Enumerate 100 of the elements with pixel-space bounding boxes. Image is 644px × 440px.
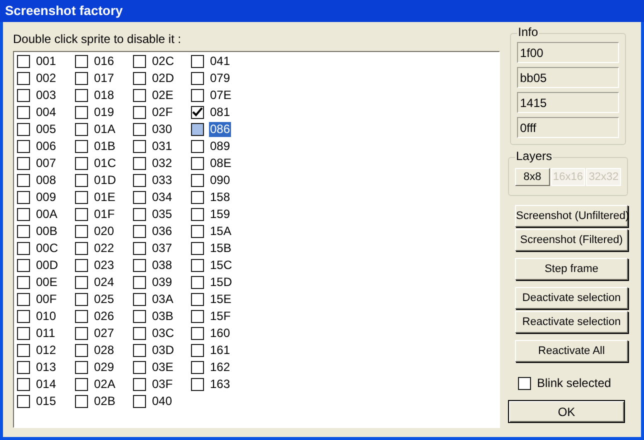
checkbox[interactable] — [133, 55, 146, 68]
checkbox[interactable] — [133, 140, 146, 153]
checkbox[interactable] — [17, 293, 30, 306]
button[interactable]: Step frame — [515, 258, 628, 280]
checkbox[interactable] — [133, 191, 146, 204]
sprite-label[interactable]: 016 — [93, 54, 116, 69]
checkbox[interactable] — [133, 327, 146, 340]
sprite-label[interactable]: 15A — [209, 224, 232, 239]
checkbox[interactable] — [17, 72, 30, 85]
checkbox[interactable] — [191, 310, 204, 323]
sprite-label[interactable]: 008 — [35, 173, 58, 188]
checkbox[interactable] — [191, 174, 204, 187]
sprite-label[interactable]: 079 — [209, 71, 232, 86]
sprite-label[interactable]: 15F — [209, 309, 232, 324]
checkbox[interactable] — [191, 55, 204, 68]
sprite-label[interactable]: 07E — [209, 88, 232, 103]
sprite-label[interactable]: 161 — [209, 343, 232, 358]
checkbox[interactable] — [17, 157, 30, 170]
sprite-label[interactable]: 029 — [93, 360, 116, 375]
checkbox[interactable] — [191, 106, 204, 119]
sprite-label[interactable]: 03C — [151, 326, 176, 341]
checkbox[interactable] — [17, 276, 30, 289]
sprite-label[interactable]: 019 — [93, 105, 116, 120]
checkbox[interactable] — [133, 106, 146, 119]
checkbox[interactable] — [518, 376, 531, 390]
checkbox[interactable] — [133, 293, 146, 306]
sprite-label[interactable]: 02F — [151, 105, 174, 120]
sprite-label[interactable]: 005 — [35, 122, 58, 137]
checkbox[interactable] — [75, 157, 88, 170]
checkbox[interactable] — [75, 242, 88, 255]
checkbox[interactable] — [133, 89, 146, 102]
ok-button[interactable]: OK — [508, 400, 625, 423]
checkbox[interactable] — [75, 72, 88, 85]
sprite-label[interactable]: 01E — [93, 190, 116, 205]
button[interactable]: Screenshot (Unfiltered) — [515, 205, 628, 227]
sprite-label[interactable]: 037 — [151, 241, 174, 256]
checkbox[interactable] — [133, 361, 146, 374]
sprite-label[interactable]: 01D — [93, 173, 118, 188]
checkbox[interactable] — [133, 344, 146, 357]
sprite-label[interactable]: 00E — [35, 275, 58, 290]
checkbox[interactable] — [191, 242, 204, 255]
checkbox[interactable] — [191, 208, 204, 221]
checkbox[interactable] — [17, 123, 30, 136]
sprite-label[interactable]: 032 — [151, 156, 174, 171]
checkbox[interactable] — [133, 395, 146, 408]
checkbox[interactable] — [133, 378, 146, 391]
checkbox[interactable] — [191, 344, 204, 357]
sprite-label[interactable]: 02C — [151, 54, 176, 69]
sprite-label[interactable]: 039 — [151, 275, 174, 290]
checkbox[interactable] — [17, 174, 30, 187]
sprite-label[interactable]: 013 — [35, 360, 58, 375]
sprite-label[interactable]: 03F — [151, 377, 174, 392]
sprite-label[interactable]: 01F — [93, 207, 116, 222]
checkbox[interactable] — [75, 378, 88, 391]
checkbox[interactable] — [75, 89, 88, 102]
layer-button[interactable]: 8x8 — [515, 168, 550, 186]
sprite-label[interactable]: 02D — [151, 71, 176, 86]
sprite-label[interactable]: 03B — [151, 309, 174, 324]
checkbox[interactable] — [75, 191, 88, 204]
checkbox[interactable] — [75, 174, 88, 187]
sprite-label[interactable]: 041 — [209, 54, 232, 69]
checkbox[interactable] — [191, 361, 204, 374]
checkbox[interactable] — [17, 208, 30, 221]
sprite-label[interactable]: 027 — [93, 326, 116, 341]
checkbox[interactable] — [17, 259, 30, 272]
checkbox[interactable] — [17, 361, 30, 374]
sprite-label[interactable]: 01B — [93, 139, 116, 154]
sprite-label[interactable]: 031 — [151, 139, 174, 154]
sprite-label[interactable]: 026 — [93, 309, 116, 324]
sprite-label[interactable]: 03A — [151, 292, 174, 307]
checkbox[interactable] — [133, 259, 146, 272]
checkbox[interactable] — [17, 55, 30, 68]
button[interactable]: Reactivate selection — [515, 311, 628, 333]
checkbox[interactable] — [133, 157, 146, 170]
checkbox[interactable] — [75, 395, 88, 408]
button[interactable]: Reactivate All — [515, 340, 628, 362]
checkbox[interactable] — [75, 293, 88, 306]
checkbox[interactable] — [191, 123, 204, 136]
sprite-label[interactable]: 163 — [209, 377, 232, 392]
checkbox[interactable] — [191, 157, 204, 170]
checkbox[interactable] — [17, 344, 30, 357]
sprite-label[interactable]: 02A — [93, 377, 116, 392]
sprite-label[interactable]: 015 — [35, 394, 58, 409]
sprite-label[interactable]: 033 — [151, 173, 174, 188]
checkbox[interactable] — [75, 276, 88, 289]
sprite-label[interactable]: 036 — [151, 224, 174, 239]
checkbox[interactable] — [133, 310, 146, 323]
sprite-label[interactable]: 035 — [151, 207, 174, 222]
checkbox[interactable] — [133, 123, 146, 136]
checkbox[interactable] — [17, 378, 30, 391]
sprite-label[interactable]: 090 — [209, 173, 232, 188]
checkbox[interactable] — [17, 106, 30, 119]
button[interactable]: Screenshot (Filtered) — [515, 229, 628, 251]
sprite-label[interactable]: 160 — [209, 326, 232, 341]
checkbox[interactable] — [191, 140, 204, 153]
sprite-label[interactable]: 017 — [93, 71, 116, 86]
button[interactable]: Deactivate selection — [515, 287, 628, 309]
sprite-label[interactable]: 081 — [209, 105, 232, 120]
checkbox[interactable] — [75, 140, 88, 153]
sprite-label[interactable]: 002 — [35, 71, 58, 86]
